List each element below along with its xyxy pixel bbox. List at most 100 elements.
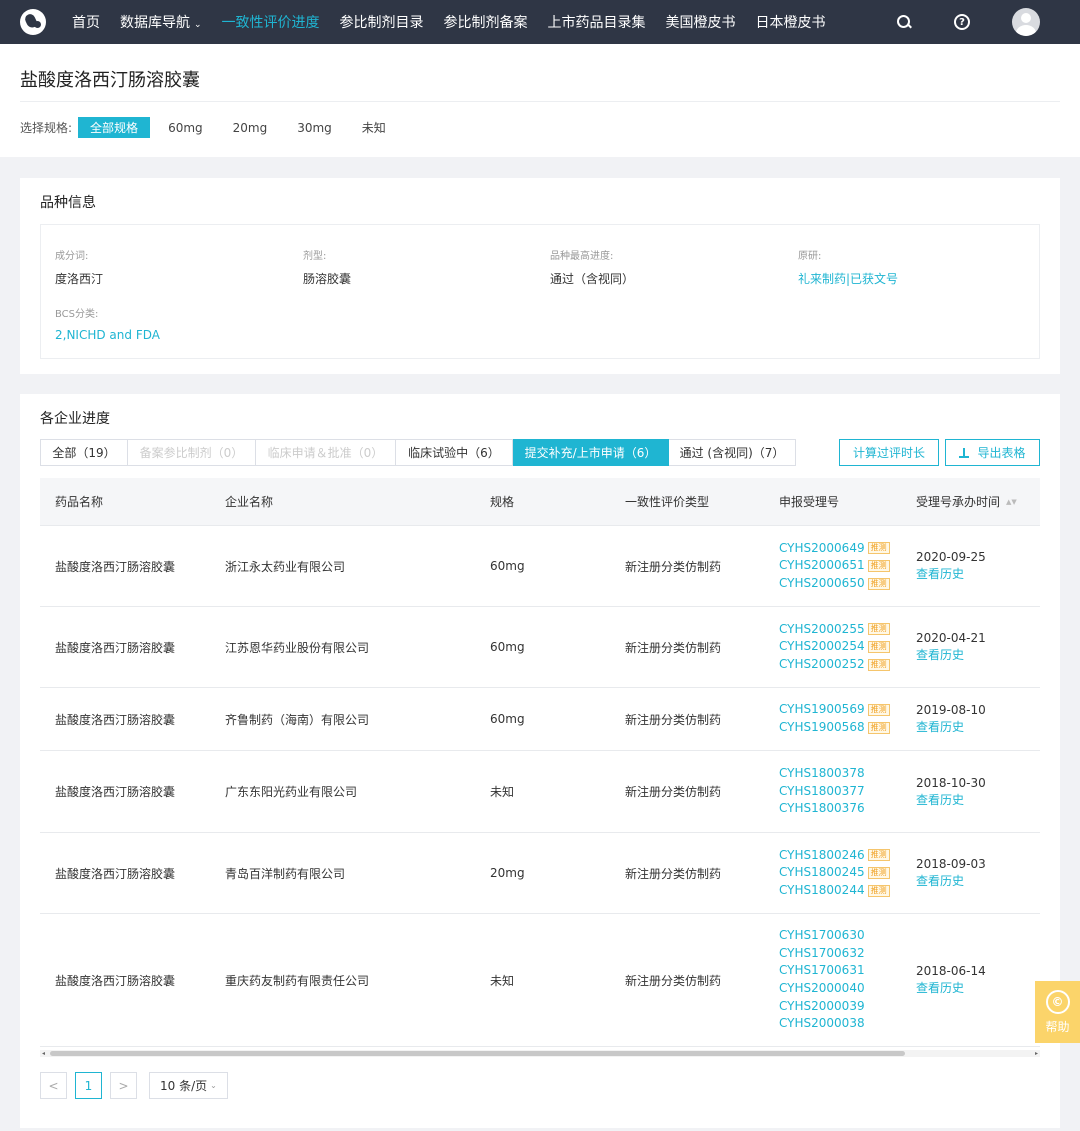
col-accept-time[interactable]: 受理号承办时间 ▲▼: [916, 478, 1017, 526]
info-box: 成分词: 度洛西汀 剂型: 肠溶胶囊 品种最高进度: 通过（含视同） 原研: 礼…: [40, 224, 1040, 359]
view-history-link[interactable]: 查看历史: [916, 647, 964, 664]
application-number: CYHS1800246: [779, 847, 865, 862]
application-number-link[interactable]: CYHS1800376: [779, 800, 865, 818]
nav-item-consistency-progress[interactable]: 一致性评价进度: [222, 12, 320, 32]
application-number: CYHS1900568: [779, 720, 865, 734]
card-title: 品种信息: [40, 195, 96, 211]
application-number-link[interactable]: CYHS1700632: [779, 945, 865, 963]
application-number-link[interactable]: CYHS2000255 推测: [779, 621, 890, 639]
tab-clinical-trial[interactable]: 临床试验中（6）: [396, 439, 513, 466]
col-drug-name: 药品名称: [55, 495, 104, 509]
cell-spec: 60mg: [490, 559, 525, 573]
tab-clinical-application[interactable]: 临床申请＆批准（0）: [256, 439, 396, 466]
application-number-link[interactable]: CYHS2000649 推测: [779, 540, 890, 558]
nav-item-listed-drugs[interactable]: 上市药品目录集: [548, 12, 646, 32]
originator-link[interactable]: 礼来制药|已获文号: [798, 270, 898, 287]
application-number-link[interactable]: CYHS2000038: [779, 1015, 865, 1033]
avatar[interactable]: [1012, 8, 1040, 36]
cell-eval-type: 新注册分类仿制药: [625, 559, 722, 574]
tab-reference-filing[interactable]: 备案参比制剂（0）: [128, 439, 256, 466]
info-field-highest-progress: 品种最高进度: 通过（含视同）: [550, 247, 634, 287]
view-history-link[interactable]: 查看历史: [916, 792, 964, 809]
scrollbar-thumb[interactable]: [50, 1051, 905, 1056]
table-row: 盐酸度洛西汀肠溶胶囊 广东东阳光药业有限公司 未知 新注册分类仿制药 CYHS18003…: [40, 751, 1040, 833]
page-button[interactable]: 1: [75, 1072, 102, 1099]
cell-eval-type: 新注册分类仿制药: [625, 866, 722, 881]
application-number-link[interactable]: CYHS1800378: [779, 765, 865, 783]
cell-eval-type: 新注册分类仿制药: [625, 973, 722, 988]
spec-option-all[interactable]: 全部规格: [78, 117, 151, 138]
cell-spec: 未知: [490, 785, 515, 799]
nav-item-database-nav[interactable]: 数据库导航 ⌄: [120, 12, 202, 32]
cell-drug-name: 盐酸度洛西汀肠溶胶囊: [55, 973, 176, 988]
cell-accept-time: 2020-09-25 查看历史: [916, 526, 986, 606]
nav-item-us-orange-book[interactable]: 美国橙皮书: [666, 12, 736, 32]
tab-submission[interactable]: 提交补充/上市申请（6）: [513, 439, 669, 466]
scroll-right-icon[interactable]: ▸: [1035, 1050, 1038, 1057]
application-number-link[interactable]: CYHS1800244 推测: [779, 882, 890, 900]
nav-item-reference-catalog[interactable]: 参比制剂目录: [340, 12, 424, 32]
cell-drug-name: 盐酸度洛西汀肠溶胶囊: [55, 640, 176, 655]
application-number: CYHS1700632: [779, 945, 865, 960]
col-eval-type: 一致性评价类型: [625, 495, 710, 509]
application-number-link[interactable]: CYHS2000650 推测: [779, 575, 890, 593]
scroll-left-icon[interactable]: ◂: [42, 1050, 45, 1057]
next-page-button[interactable]: >: [110, 1072, 137, 1099]
application-number-link[interactable]: CYHS1700631: [779, 962, 865, 980]
application-number-link[interactable]: CYHS2000040: [779, 980, 865, 998]
info-label: 剂型:: [303, 251, 327, 262]
application-number: CYHS1700630: [779, 928, 865, 943]
help-icon[interactable]: ?: [954, 14, 970, 30]
help-float-button[interactable]: © 帮助: [1035, 981, 1080, 1043]
application-number-link[interactable]: CYHS1800245 推测: [779, 864, 890, 882]
view-history-link[interactable]: 查看历史: [916, 980, 964, 997]
application-number-link[interactable]: CYHS1800246 推测: [779, 847, 890, 865]
search-icon[interactable]: [896, 14, 912, 30]
cell-application-numbers: CYHS1800246 推测 CYHS1800245 推测 CYHS1800244 推测: [779, 833, 890, 913]
spec-option-20mg[interactable]: 20mg: [221, 119, 280, 137]
inferred-badge: 推测: [867, 849, 890, 862]
cell-application-numbers: CYHS2000649 推测 CYHS2000651 推测 CYHS2000650 推测: [779, 526, 890, 606]
table-row: 盐酸度洛西汀肠溶胶囊 浙江永太药业有限公司 60mg 新注册分类仿制药 CYHS2000…: [40, 526, 1040, 607]
upload-icon: [959, 447, 970, 458]
calc-duration-button[interactable]: 计算过评时长: [839, 439, 939, 466]
inferred-badge: 推测: [867, 704, 890, 717]
logo[interactable]: [20, 9, 46, 35]
view-history-link[interactable]: 查看历史: [916, 873, 964, 890]
col-spec: 规格: [490, 495, 515, 509]
cell-drug-name: 盐酸度洛西汀肠溶胶囊: [55, 785, 176, 799]
info-value: 肠溶胶囊: [303, 272, 352, 286]
application-number-link[interactable]: CYHS1900569 推测: [779, 701, 890, 719]
application-number-link[interactable]: CYHS1700630: [779, 927, 865, 945]
bcs-link[interactable]: 2,NICHD and FDA: [55, 328, 160, 342]
tab-all[interactable]: 全部（19）: [40, 439, 128, 466]
application-number: CYHS1800245: [779, 865, 865, 880]
application-number-link[interactable]: CYHS2000039: [779, 998, 865, 1016]
view-history-link[interactable]: 查看历史: [916, 566, 964, 583]
application-number-link[interactable]: CYHS1800377: [779, 783, 865, 801]
help-icon: ©: [1045, 989, 1070, 1014]
table-row: 盐酸度洛西汀肠溶胶囊 齐鲁制药（海南）有限公司 60mg 新注册分类仿制药 CYHS19…: [40, 688, 1040, 751]
spec-option-30mg[interactable]: 30mg: [285, 119, 344, 137]
application-number-link[interactable]: CYHS1900568 推测: [779, 719, 890, 737]
application-number-link[interactable]: CYHS2000651 推测: [779, 557, 890, 575]
application-number-link[interactable]: CYHS2000252 推测: [779, 656, 890, 674]
inferred-badge: 推测: [867, 641, 890, 653]
application-number: CYHS2000255: [779, 621, 865, 636]
prev-page-button[interactable]: <: [40, 1072, 67, 1099]
page-size-select[interactable]: 10 条/页 ⌄: [149, 1072, 228, 1099]
chevron-down-icon: ⌄: [194, 20, 202, 30]
spec-option-60mg[interactable]: 60mg: [156, 119, 215, 137]
tab-passed[interactable]: 通过 (含视同)（7）: [669, 439, 796, 466]
horizontal-scrollbar[interactable]: ◂ ▸: [40, 1050, 1040, 1057]
export-button[interactable]: 导出表格: [945, 439, 1040, 466]
sort-icon[interactable]: ▲▼: [1006, 499, 1017, 506]
accept-date: 2020-09-25: [916, 550, 986, 564]
nav-item-jp-orange-book[interactable]: 日本橙皮书: [756, 12, 826, 32]
nav-item-home[interactable]: 首页: [72, 12, 100, 32]
nav-item-reference-filing[interactable]: 参比制剂备案: [444, 12, 528, 32]
application-number: CYHS1800377: [779, 783, 865, 798]
spec-option-unknown[interactable]: 未知: [350, 117, 398, 138]
view-history-link[interactable]: 查看历史: [916, 719, 964, 736]
application-number-link[interactable]: CYHS2000254 推测: [779, 638, 890, 656]
